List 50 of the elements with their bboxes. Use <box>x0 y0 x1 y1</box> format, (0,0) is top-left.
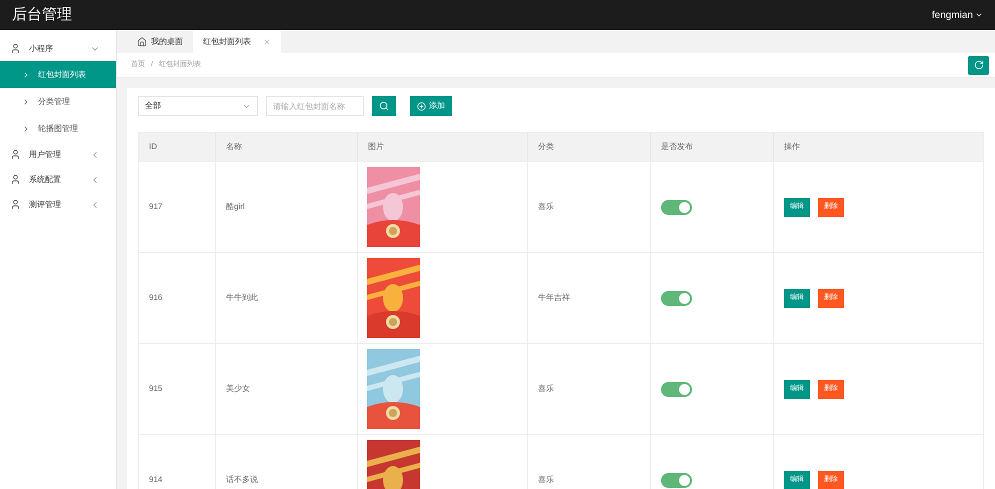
column-header: 分类 <box>538 141 554 153</box>
table-cell: 917 <box>149 201 162 213</box>
sidebar-subitem[interactable]: 轮播图管理 <box>0 115 116 142</box>
chevron-right-icon <box>22 98 30 106</box>
publish-toggle[interactable] <box>661 200 692 214</box>
table-cell: 915 <box>149 383 162 395</box>
search-icon <box>379 101 389 111</box>
refresh-button[interactable] <box>968 56 989 74</box>
search-field[interactable]: 请输入红包封面名称 <box>266 96 364 116</box>
table-cell: 喜乐 <box>538 474 554 486</box>
publish-toggle[interactable] <box>661 290 692 306</box>
sidebar-item[interactable]: 用户管理 <box>0 142 116 167</box>
caret-icon <box>975 11 983 19</box>
home-icon <box>137 36 147 46</box>
search-button[interactable] <box>372 96 396 116</box>
publish-toggle[interactable] <box>661 382 692 396</box>
user-icon <box>10 174 21 185</box>
sidebar-item[interactable]: 测评管理 <box>0 192 116 217</box>
table-cell: 美少女 <box>226 383 250 395</box>
table-cell: 916 <box>149 292 162 304</box>
column-header: 操作 <box>784 141 800 153</box>
column-header: 是否发布 <box>661 141 693 153</box>
table-cell: 喜乐 <box>538 383 554 395</box>
user-menu[interactable]: fengmian <box>932 8 983 22</box>
sidebar-item[interactable]: 小程序 <box>0 36 116 61</box>
sidebar-subitem[interactable]: 红包封面列表 <box>0 61 116 88</box>
user-icon <box>10 199 21 210</box>
table-cell: 喜乐 <box>538 201 554 213</box>
table-cell: 酷girl <box>226 201 245 213</box>
column-header: ID <box>149 141 157 153</box>
app-title: 后台管理 <box>12 4 72 25</box>
user-icon <box>10 43 21 54</box>
tab[interactable]: 红包封面列表 <box>193 30 281 53</box>
add-button[interactable]: 添加 <box>410 96 452 116</box>
column-header: 名称 <box>226 141 242 153</box>
publish-toggle[interactable] <box>661 472 692 488</box>
sidebar-item[interactable]: 系统配置 <box>0 167 116 192</box>
chevron-right-icon <box>22 124 30 132</box>
plus-icon <box>417 102 426 110</box>
table-cell: 914 <box>149 474 162 486</box>
user-icon <box>10 149 21 160</box>
refresh-icon <box>974 60 984 70</box>
sidebar-subitem[interactable]: 分类管理 <box>0 88 116 115</box>
column-header: 图片 <box>368 141 384 153</box>
table-cell: 牛牛到此 <box>226 292 258 304</box>
table-cell: 牛年吉祥 <box>538 292 570 304</box>
table-cell: 话不多说 <box>226 474 258 486</box>
close-icon <box>263 38 271 46</box>
category-select[interactable]: 全部 <box>138 96 258 116</box>
chevron-right-icon <box>22 70 30 78</box>
